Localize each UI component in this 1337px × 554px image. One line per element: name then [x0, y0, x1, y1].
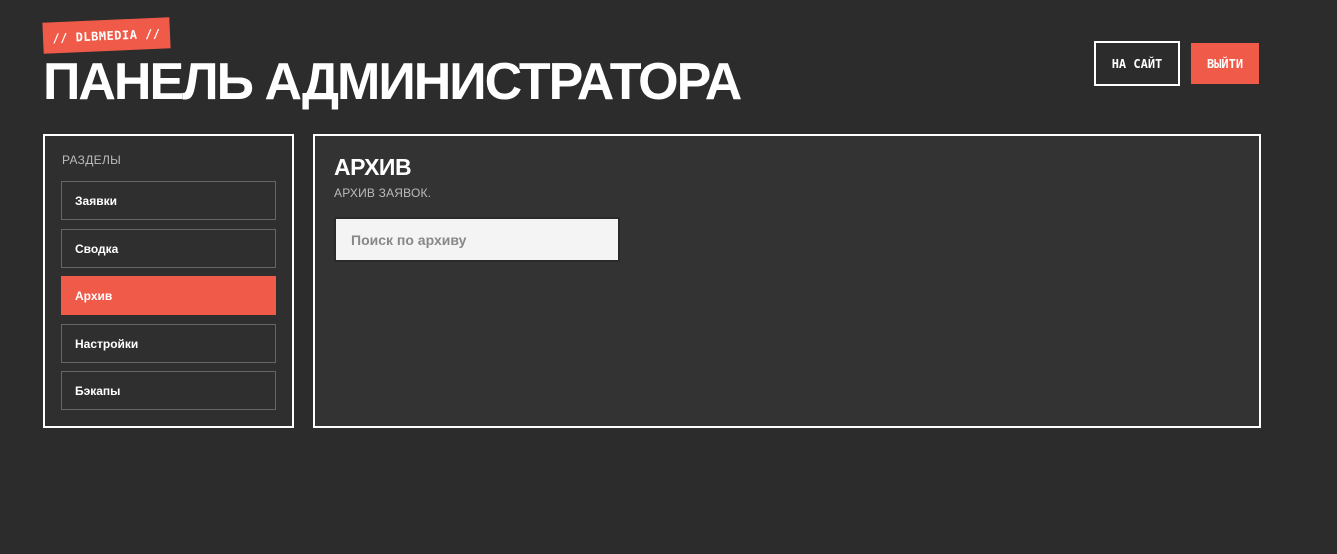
section-description: АРХИВ ЗАЯВОК.	[334, 186, 432, 200]
sidebar: РАЗДЕЛЫ Заявки Сводка Архив Настройки Бэ…	[43, 134, 294, 428]
brand-tag: // DLBMEDIA //	[42, 17, 171, 54]
sidebar-item-archive[interactable]: Архив	[61, 276, 276, 315]
go-to-site-button[interactable]: НА САЙТ	[1094, 41, 1180, 86]
page-title: ПАНЕЛЬ АДМИНИСТРАТОРА	[43, 53, 742, 111]
section-title: АРХИВ	[334, 154, 412, 180]
sidebar-item-requests[interactable]: Заявки	[61, 181, 276, 220]
sidebar-heading: РАЗДЕЛЫ	[62, 153, 122, 167]
archive-search-input[interactable]	[334, 217, 620, 262]
sidebar-item-summary[interactable]: Сводка	[61, 229, 276, 268]
logout-button[interactable]: ВЫЙТИ	[1191, 43, 1259, 84]
main-panel: АРХИВ АРХИВ ЗАЯВОК.	[313, 134, 1261, 428]
sidebar-item-backups[interactable]: Бэкапы	[61, 371, 276, 410]
sidebar-item-settings[interactable]: Настройки	[61, 324, 276, 363]
